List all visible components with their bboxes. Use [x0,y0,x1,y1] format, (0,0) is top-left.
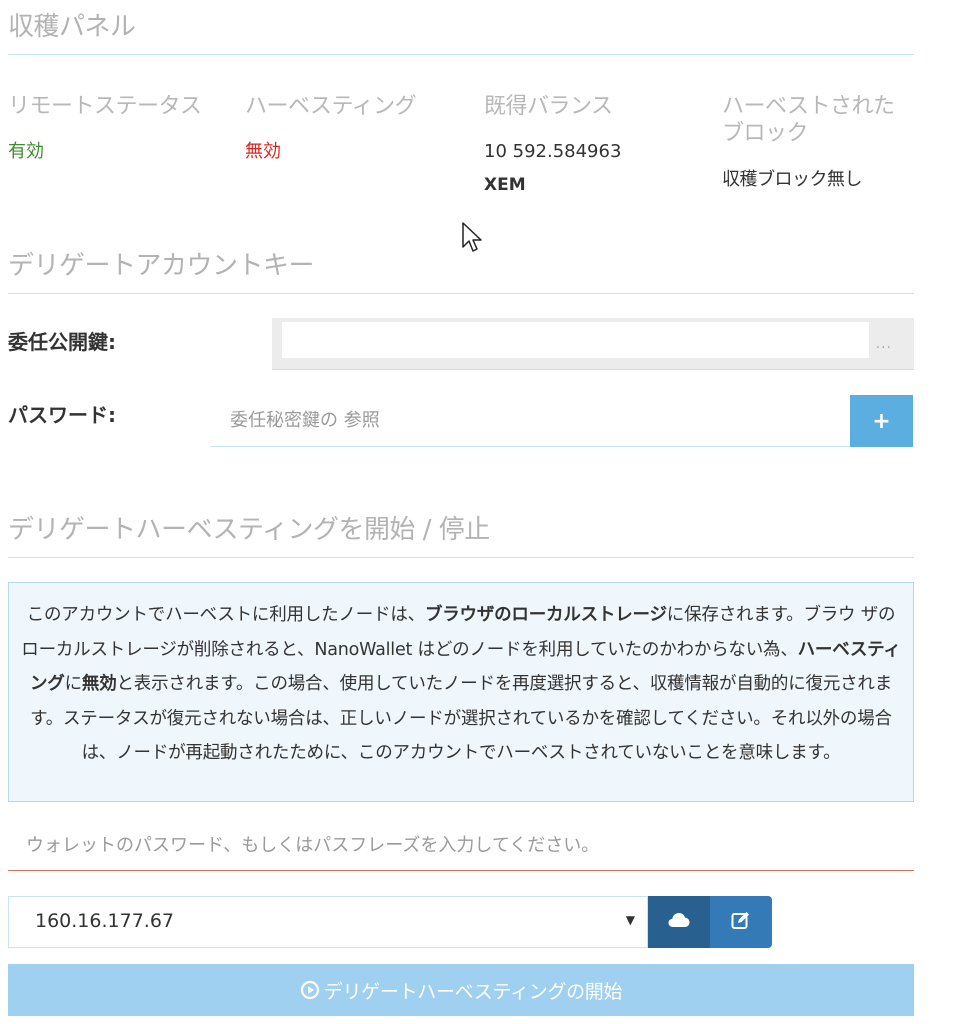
info-text-bold: ブラウザのローカルストレージ [424,605,667,625]
delegated-public-key-label: 委任公開鍵: [8,330,116,354]
harvest-panel-title: 収穫パネル [8,12,136,42]
wallet-password-input[interactable] [8,820,914,871]
cloud-icon [668,912,690,932]
vested-balance-unit: XEM [484,175,526,195]
plus-icon: + [872,408,891,434]
harvested-blocks-label: ハーベストされた ブロック [722,93,895,147]
harvested-blocks-value: 収穫ブロック無し [722,169,863,190]
harvested-blocks-label-line2: ブロック [722,121,809,146]
start-stop-harvesting-title: デリゲートハーベスティングを開始 / 停止 [8,515,490,545]
more-dots-icon: ... [875,336,892,352]
remote-status-label: リモートステータス [8,94,202,119]
harvested-blocks-label-line1: ハーベストされた [722,94,895,119]
remote-status-value: 有効 [8,141,44,162]
harvesting-status-value: 無効 [245,141,281,162]
delegated-public-key-value [282,322,869,358]
info-text: このアカウントでハーベストに利用したノードは、 [26,605,425,625]
edit-icon [731,910,751,934]
vested-balance-label: 既得バランス [484,94,613,119]
delegated-account-key-title: デリゲートアカウントキー [8,251,315,281]
delegated-public-key-field[interactable]: ... [272,318,914,370]
info-text: と表示されます。この場合、使用していたノードを再度選択すると、収穫情報が自動的に… [30,674,893,763]
vested-balance-value: 10 592.584963 [484,141,622,162]
node-edit-button[interactable] [710,896,772,948]
harvesting-info-box: このアカウントでハーベストに利用したノードは、ブラウザのローカルストレージに保存… [8,582,914,802]
section-divider [8,54,914,55]
node-select[interactable]: 160.16.177.67 ▼ [8,896,648,948]
section-divider [8,557,914,558]
start-button-label: デリゲートハーベスティングの開始 [323,980,623,1003]
harvesting-label: ハーベスティング [245,94,417,119]
mouse-cursor-icon [462,222,484,258]
node-cloud-button[interactable] [648,896,710,948]
start-delegated-harvesting-button[interactable]: デリゲートハーベスティングの開始 [8,964,914,1016]
caret-down-icon: ▼ [625,913,635,927]
section-divider [8,293,914,294]
info-text: に [64,674,83,694]
node-select-value: 160.16.177.67 [35,910,175,932]
delegated-private-key-input[interactable] [210,395,850,447]
password-label: パスワード: [8,403,116,427]
play-circle-icon [300,980,320,1000]
add-button[interactable]: + [850,395,913,447]
info-text-bold: 無効 [81,674,117,694]
